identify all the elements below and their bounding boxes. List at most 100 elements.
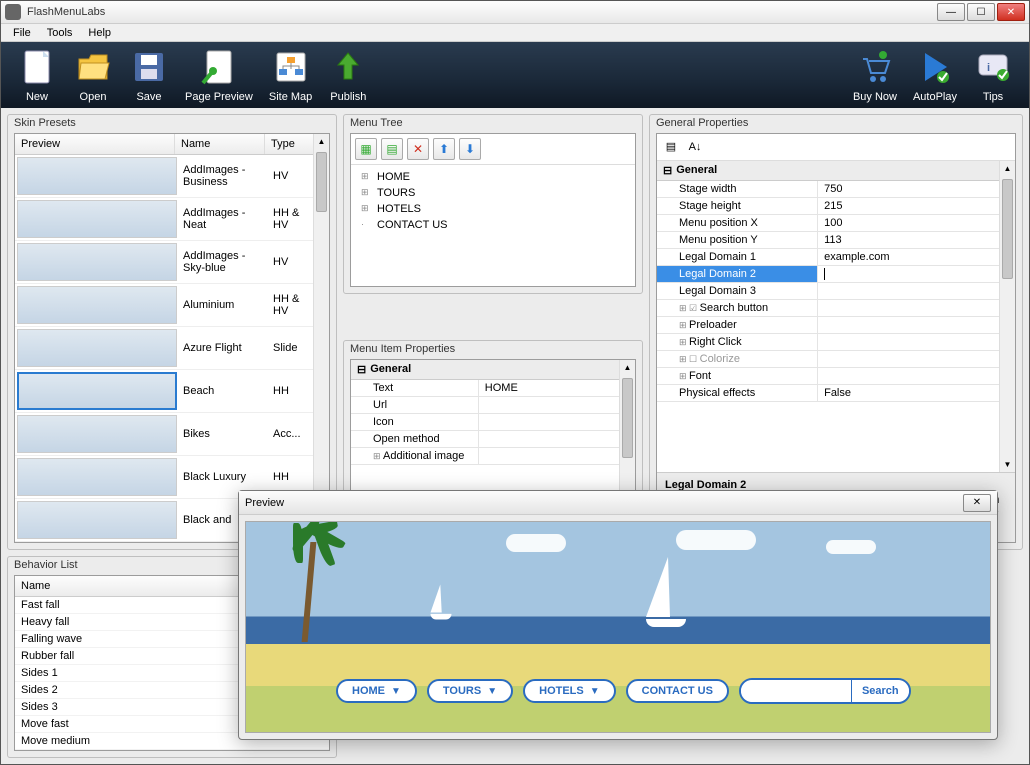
skin-preset-row[interactable]: AddImages - NeatHH & HV <box>15 198 329 241</box>
preview-close-button[interactable]: ✕ <box>963 494 991 512</box>
scroll-thumb[interactable] <box>1002 179 1013 279</box>
toolbar-autoplay[interactable]: AutoPlay <box>905 43 965 107</box>
property-row[interactable]: Url <box>351 397 635 414</box>
scroll-up-icon[interactable]: ▲ <box>620 360 635 376</box>
property-value[interactable] <box>818 283 1015 299</box>
property-row[interactable]: Stage height215 <box>657 198 1015 215</box>
prop-group-header[interactable]: ⊟General <box>657 161 1015 181</box>
property-value[interactable]: HOME <box>479 380 635 396</box>
toolbar-buy-now[interactable]: Buy Now <box>845 43 905 107</box>
property-row[interactable]: Right Click <box>657 334 1015 351</box>
alphabetical-view-button[interactable]: A↓ <box>684 137 706 157</box>
search-button[interactable]: Search <box>851 680 909 702</box>
skin-preset-row[interactable]: AddImages - BusinessHV <box>15 155 329 198</box>
toolbar-site-map[interactable]: Site Map <box>261 43 320 107</box>
property-row[interactable]: Legal Domain 2 <box>657 266 1015 283</box>
property-value[interactable] <box>479 431 635 447</box>
property-row[interactable]: TextHOME <box>351 380 635 397</box>
property-row[interactable]: Stage width750 <box>657 181 1015 198</box>
skin-preset-row[interactable]: AluminiumHH & HV <box>15 284 329 327</box>
property-value[interactable]: 215 <box>818 198 1015 214</box>
property-value[interactable]: False <box>818 385 1015 401</box>
skin-thumbnail <box>17 157 177 195</box>
maximize-button[interactable]: ☐ <box>967 3 995 21</box>
nav-home[interactable]: HOME▼ <box>336 679 417 703</box>
tree-item[interactable]: HOME <box>359 169 627 185</box>
nav-hotels[interactable]: HOTELS▼ <box>523 679 616 703</box>
general-properties-panel: General Properties ▤ A↓ ⊟General Stage w… <box>649 114 1023 550</box>
property-value[interactable] <box>479 397 635 413</box>
col-preview[interactable]: Preview <box>15 134 175 154</box>
property-value[interactable] <box>818 266 1015 282</box>
nav-contact[interactable]: CONTACT US <box>626 679 729 703</box>
scrollbar[interactable]: ▲ ▼ <box>999 161 1015 472</box>
property-value[interactable]: 100 <box>818 215 1015 231</box>
property-value[interactable] <box>479 414 635 430</box>
scroll-thumb[interactable] <box>622 378 633 458</box>
menu-tree-body: ▦ ▤ ✕ ⬆ ⬇ HOMETOURSHOTELSCONTACT US <box>350 133 636 287</box>
nav-tours[interactable]: TOURS▼ <box>427 679 513 703</box>
scroll-down-icon[interactable]: ▼ <box>1000 456 1015 472</box>
minimize-button[interactable]: — <box>937 3 965 21</box>
skin-thumbnail <box>17 329 177 367</box>
property-row[interactable]: Search button <box>657 300 1015 317</box>
scroll-up-icon[interactable]: ▲ <box>314 134 329 150</box>
property-row[interactable]: Icon <box>351 414 635 431</box>
skin-preset-row[interactable]: BikesAcc... <box>15 413 329 456</box>
property-row[interactable]: Legal Domain 1example.com <box>657 249 1015 266</box>
toolbar-save[interactable]: Save <box>121 43 177 107</box>
menu-tools[interactable]: Tools <box>39 25 81 41</box>
skin-preset-row[interactable]: AddImages - Sky-blueHV <box>15 241 329 284</box>
toolbar-open[interactable]: Open <box>65 43 121 107</box>
property-row[interactable]: Menu position X100 <box>657 215 1015 232</box>
tree-item[interactable]: TOURS <box>359 185 627 201</box>
scroll-thumb[interactable] <box>316 152 327 212</box>
property-row[interactable]: Physical effectsFalse <box>657 385 1015 402</box>
close-button[interactable]: ✕ <box>997 3 1025 21</box>
toolbar-page-preview[interactable]: Page Preview <box>177 43 261 107</box>
scrollbar[interactable]: ▲ ▼ <box>619 360 635 502</box>
tree-add-child-button[interactable]: ▤ <box>381 138 403 160</box>
property-row[interactable]: Colorize <box>657 351 1015 368</box>
categorized-view-button[interactable]: ▤ <box>660 137 682 157</box>
skin-type: Acc... <box>269 426 319 442</box>
publish-icon <box>328 47 368 87</box>
col-type[interactable]: Type <box>265 134 315 154</box>
property-value[interactable] <box>818 368 1015 384</box>
toolbar-new[interactable]: New <box>9 43 65 107</box>
property-value[interactable] <box>818 317 1015 333</box>
scroll-up-icon[interactable]: ▲ <box>1000 161 1015 177</box>
tree-item[interactable]: CONTACT US <box>359 217 627 233</box>
scrollbar[interactable]: ▲ ▼ <box>313 134 329 542</box>
col-name[interactable]: Name <box>175 134 265 154</box>
tree-move-down-button[interactable]: ⬇ <box>459 138 481 160</box>
cart-icon <box>855 47 895 87</box>
tree-add-sibling-button[interactable]: ▦ <box>355 138 377 160</box>
tree-move-up-button[interactable]: ⬆ <box>433 138 455 160</box>
property-row[interactable]: Menu position Y113 <box>657 232 1015 249</box>
property-row[interactable]: Preloader <box>657 317 1015 334</box>
property-row[interactable]: Font <box>657 368 1015 385</box>
skin-preset-row[interactable]: BeachHH <box>15 370 329 413</box>
toolbar-tips[interactable]: i Tips <box>965 43 1021 107</box>
property-value[interactable] <box>818 351 1015 367</box>
property-value[interactable] <box>479 448 635 464</box>
property-value[interactable]: 113 <box>818 232 1015 248</box>
search-input[interactable] <box>741 680 851 702</box>
property-key: Legal Domain 1 <box>657 249 818 265</box>
prop-group-header[interactable]: ⊟General <box>351 360 635 380</box>
property-value[interactable]: example.com <box>818 249 1015 265</box>
tree-item[interactable]: HOTELS <box>359 201 627 217</box>
property-row[interactable]: Open method <box>351 431 635 448</box>
tree-delete-button[interactable]: ✕ <box>407 138 429 160</box>
menu-help[interactable]: Help <box>80 25 119 41</box>
skin-preset-row[interactable]: Azure FlightSlide <box>15 327 329 370</box>
property-value[interactable]: 750 <box>818 181 1015 197</box>
property-row[interactable]: Legal Domain 3 <box>657 283 1015 300</box>
menu-file[interactable]: File <box>5 25 39 41</box>
property-value[interactable] <box>818 300 1015 316</box>
file-new-icon <box>17 47 57 87</box>
property-row[interactable]: Additional image <box>351 448 635 465</box>
property-value[interactable] <box>818 334 1015 350</box>
toolbar-publish[interactable]: Publish <box>320 43 376 107</box>
